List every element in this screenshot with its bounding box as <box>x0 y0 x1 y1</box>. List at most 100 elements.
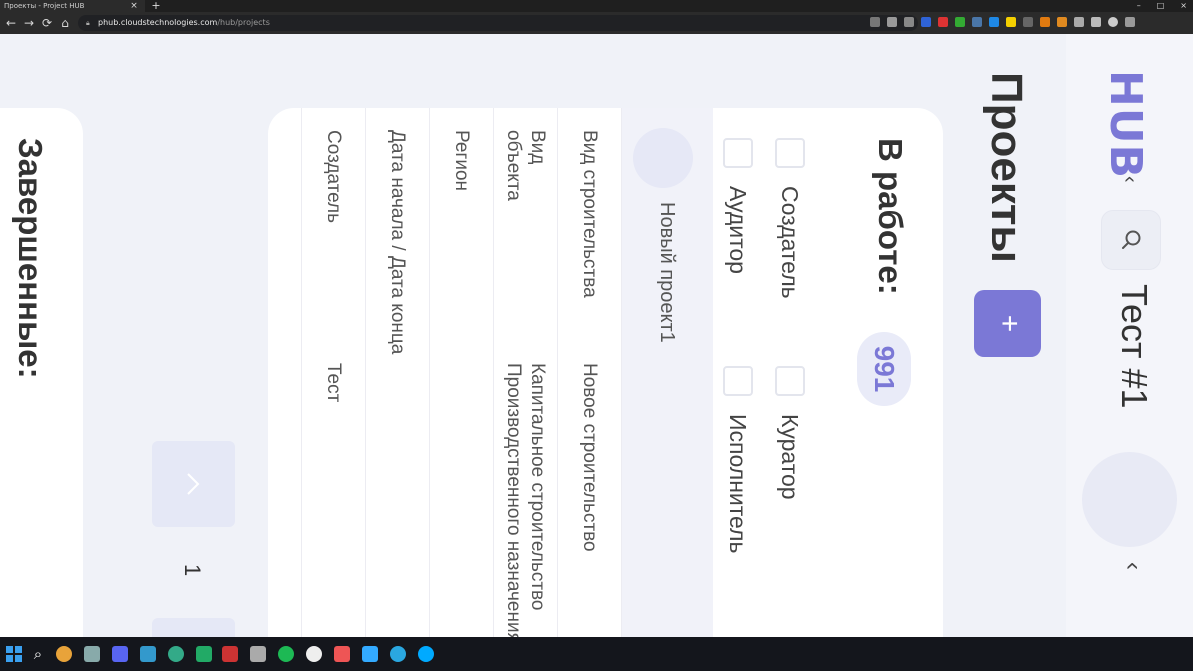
zoom-icon[interactable] <box>870 17 880 27</box>
row-label: Вид объекта <box>503 130 548 201</box>
app-icon[interactable] <box>222 646 238 662</box>
row-value: Тест <box>322 363 344 403</box>
search-icon[interactable]: ⌕ <box>30 646 46 662</box>
app-icon[interactable] <box>306 646 322 662</box>
spotify-icon[interactable] <box>278 646 294 662</box>
row-value: Капитальное строительство Производственн… <box>503 363 548 637</box>
scroll-up-button[interactable] <box>152 441 235 527</box>
app-root: HUB ‹ Тест #1 ‹ Проекты + В работе: 991 … <box>0 34 1193 637</box>
os-taskbar: ⌕ <box>0 637 1193 671</box>
checkbox[interactable] <box>775 366 805 396</box>
search-button[interactable] <box>1101 210 1161 270</box>
skype-icon[interactable] <box>418 646 434 662</box>
project-name[interactable]: Новый проект1 <box>621 202 713 343</box>
app-icon[interactable] <box>250 646 266 662</box>
filter-label: Исполнитель <box>725 414 752 554</box>
extension-icon[interactable] <box>921 17 931 27</box>
in-work-card: В работе: 991 Создатель Аудитор Куратор … <box>268 108 943 637</box>
checkbox[interactable] <box>775 138 805 168</box>
project-thumbnail <box>633 128 693 188</box>
profile-icon[interactable] <box>1108 17 1118 27</box>
table-row: Вид объекта Капитальное строительство Пр… <box>493 108 557 637</box>
add-project-button[interactable]: + <box>974 290 1041 357</box>
extension-icon[interactable] <box>1023 17 1033 27</box>
project-card-table[interactable]: Новый проект1 Вид строительства Новое ст… <box>268 108 713 637</box>
extension-icon[interactable] <box>989 17 999 27</box>
row-value: Новое строительство <box>578 363 600 552</box>
url-host: phub.cloudstechnologies.com <box>98 18 218 27</box>
app-icon[interactable] <box>196 646 212 662</box>
address-bar-row: ← → ⟳ ⌂ 🔒︎ phub.cloudstechnologies.com/h… <box>0 12 1193 34</box>
window-controls: – □ × <box>1137 0 1187 12</box>
puzzle-icon[interactable] <box>1074 17 1084 27</box>
chevron-left-icon[interactable]: ‹ <box>1118 176 1141 183</box>
tab-title: Проекты - Project HUB <box>4 2 85 10</box>
lock-icon: 🔒︎ <box>86 19 90 27</box>
completed-card: Завершенные: <box>0 108 83 637</box>
extension-icon[interactable] <box>955 17 965 27</box>
table-row: Дата начала / Дата конца <box>365 108 429 637</box>
forward-icon[interactable]: → <box>20 12 38 34</box>
extension-icon[interactable] <box>1057 17 1067 27</box>
checkbox[interactable] <box>723 366 753 396</box>
tab-close-icon[interactable]: × <box>128 0 140 12</box>
page-title: Проекты <box>982 72 1031 263</box>
row-label: Вид строительства <box>578 130 600 298</box>
star-icon[interactable] <box>887 17 897 27</box>
extension-icon[interactable] <box>1006 17 1016 27</box>
new-tab-button[interactable]: + <box>150 0 162 12</box>
close-window-icon[interactable]: × <box>1180 0 1187 12</box>
minimize-icon[interactable]: – <box>1137 0 1141 12</box>
filter-auditor[interactable]: Аудитор <box>723 138 753 274</box>
filter-label: Аудитор <box>725 186 752 274</box>
app-icon[interactable] <box>334 646 350 662</box>
filter-curator[interactable]: Куратор <box>775 366 805 500</box>
app-icon[interactable] <box>168 646 184 662</box>
extension-icon[interactable] <box>1040 17 1050 27</box>
avatar[interactable] <box>1082 452 1177 547</box>
extension-icon[interactable] <box>972 17 982 27</box>
completed-title: Завершенные: <box>12 138 49 379</box>
home-icon[interactable]: ⌂ <box>56 12 74 34</box>
url-path: /hub/projects <box>217 18 270 27</box>
filter-label: Куратор <box>777 414 804 500</box>
reload-icon[interactable]: ⟳ <box>38 12 56 34</box>
hub-logo[interactable]: HUB <box>1100 70 1151 179</box>
row-label: Дата начала / Дата конца <box>386 130 408 355</box>
in-work-count-badge: 991 <box>857 332 911 406</box>
project-row-title[interactable]: Новый проект1 <box>621 108 713 637</box>
row-label: Регион <box>450 130 472 192</box>
menu-icon[interactable] <box>1125 17 1135 27</box>
extension-icon[interactable] <box>904 17 914 27</box>
filter-executor[interactable]: Исполнитель <box>723 366 753 553</box>
checkbox[interactable] <box>723 138 753 168</box>
table-row: Вид строительства Новое строительство <box>557 108 621 637</box>
extension-icon[interactable] <box>938 17 948 27</box>
filter-creator[interactable]: Создатель <box>775 138 805 299</box>
chrome-icon[interactable] <box>56 646 72 662</box>
row-label: Создатель <box>322 130 344 224</box>
back-icon[interactable]: ← <box>2 12 20 34</box>
app-icon[interactable] <box>362 646 378 662</box>
search-icon <box>1122 230 1141 249</box>
table-row: Создатель Тест <box>301 108 365 637</box>
page-number[interactable]: 1 <box>179 564 205 576</box>
page-viewport: HUB ‹ Тест #1 ‹ Проекты + В работе: 991 … <box>0 34 1193 637</box>
browser-tab[interactable]: Проекты - Project HUB <box>0 0 145 12</box>
browser-tab-bar: Проекты - Project HUB × + – □ × <box>0 0 1193 12</box>
discord-icon[interactable] <box>112 646 128 662</box>
maximize-icon[interactable]: □ <box>1157 0 1165 12</box>
telegram-icon[interactable] <box>390 646 406 662</box>
filter-label: Создатель <box>777 186 804 299</box>
playlist-icon[interactable] <box>1091 17 1101 27</box>
current-project-name[interactable]: Тест #1 <box>1113 284 1155 409</box>
next-page-button[interactable] <box>152 618 235 637</box>
app-icon[interactable] <box>84 646 100 662</box>
collapse-sidebar-icon[interactable]: ‹ <box>1119 562 1147 570</box>
app-icon[interactable] <box>140 646 156 662</box>
chevron-up-icon <box>187 473 200 495</box>
table-row: Регион <box>429 108 493 637</box>
sidebar: HUB ‹ Тест #1 ‹ <box>1066 34 1193 637</box>
url-field[interactable]: 🔒︎ phub.cloudstechnologies.com/hub/proje… <box>78 15 918 31</box>
windows-start-icon[interactable] <box>6 646 22 662</box>
